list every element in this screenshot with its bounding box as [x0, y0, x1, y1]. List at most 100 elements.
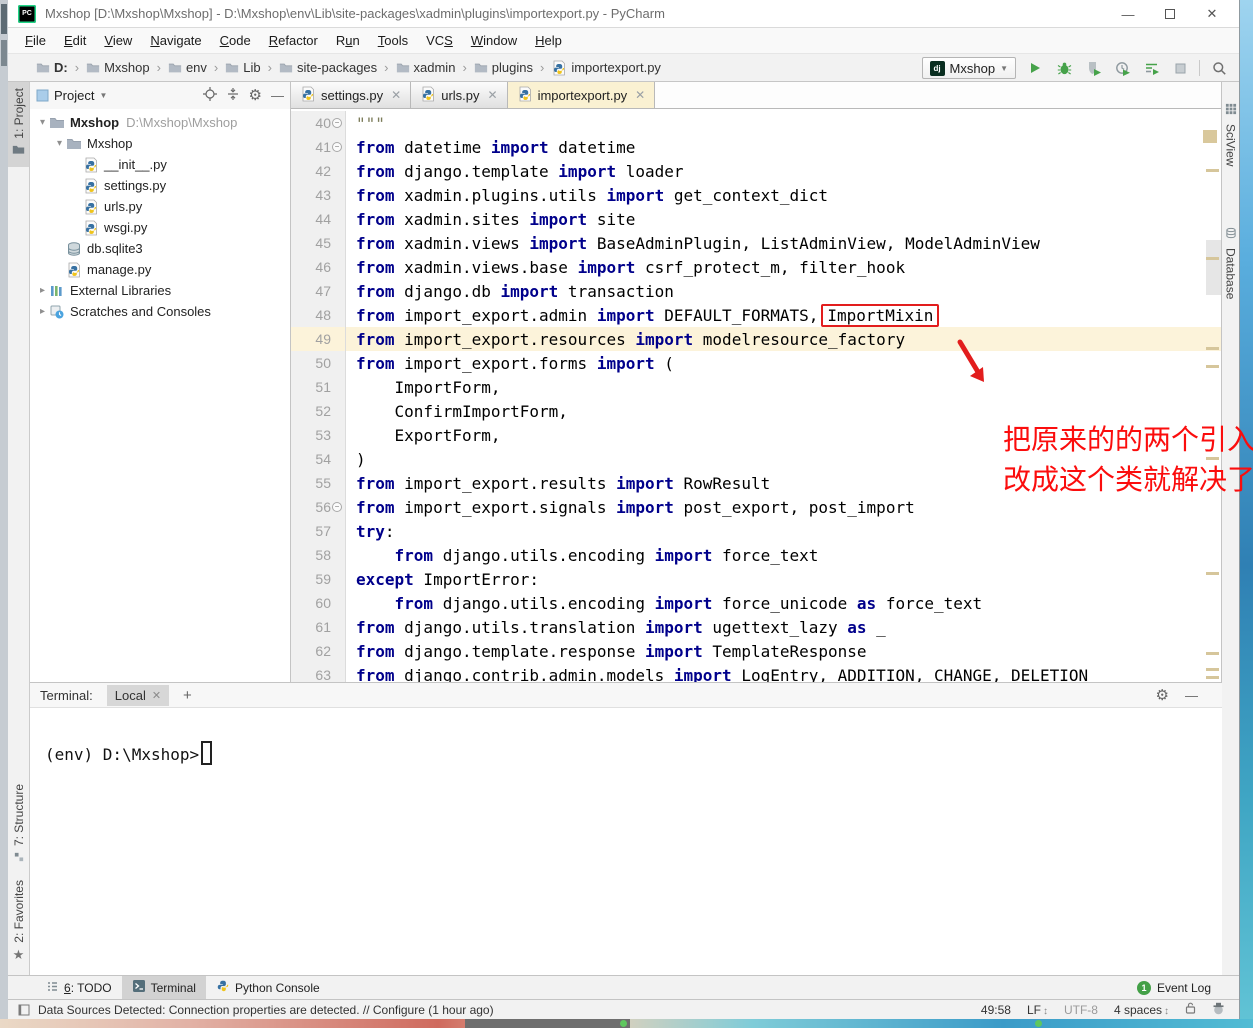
- tree-item-external-libraries[interactable]: ▸ External Libraries: [30, 280, 290, 301]
- toolwindow-button-terminal[interactable]: Terminal: [121, 975, 206, 1000]
- chevron-expanded-icon[interactable]: ▾: [36, 117, 49, 128]
- fold-marker-icon[interactable]: −: [332, 118, 342, 128]
- tree-item-urls-py[interactable]: urls.py: [30, 196, 290, 217]
- terminal-output[interactable]: (env) D:\Mxshop>: [30, 708, 1222, 765]
- line-number[interactable]: 48: [291, 303, 346, 327]
- menu-item-code[interactable]: Code: [211, 33, 260, 48]
- breadcrumb-item-mxshop[interactable]: Mxshop: [86, 60, 150, 75]
- menu-item-run[interactable]: Run: [327, 33, 369, 48]
- editor-tab-importexport-py[interactable]: importexport.py ✕: [507, 82, 656, 108]
- code-line-57[interactable]: 57 try:: [291, 519, 1222, 543]
- event-log-button[interactable]: 1 Event Log: [1136, 980, 1239, 995]
- line-number[interactable]: 40−: [291, 111, 346, 135]
- code-line-49[interactable]: 49 from import_export.resources import mo…: [291, 327, 1222, 351]
- menu-item-navigate[interactable]: Navigate: [141, 33, 210, 48]
- line-number[interactable]: 55: [291, 471, 346, 495]
- code-line-62[interactable]: 62 from django.template.response import T…: [291, 639, 1222, 663]
- close-button[interactable]: ✕: [1191, 6, 1233, 22]
- line-number[interactable]: 53: [291, 423, 346, 447]
- line-number[interactable]: 47: [291, 279, 346, 303]
- line-number[interactable]: 52: [291, 399, 346, 423]
- minimize-button[interactable]: —: [1107, 7, 1149, 22]
- code-line-56[interactable]: 56− from import_export.signals import pos…: [291, 495, 1222, 519]
- file-encoding[interactable]: UTF-8: [1064, 1003, 1098, 1017]
- tree-item-mxshop[interactable]: ▾ Mxshop: [30, 133, 290, 154]
- line-number[interactable]: 57: [291, 519, 346, 543]
- code-line-63[interactable]: 63 from django.contrib.admin.models impor…: [291, 663, 1222, 682]
- tree-item-wsgi-py[interactable]: wsgi.py: [30, 217, 290, 238]
- terminal-tab-local[interactable]: Local ✕: [106, 684, 170, 706]
- code-line-53[interactable]: 53 ExportForm,: [291, 423, 1222, 447]
- line-number[interactable]: 45: [291, 231, 346, 255]
- editor-tab-settings-py[interactable]: settings.py ✕: [291, 82, 412, 108]
- tree-item-settings-py[interactable]: settings.py: [30, 175, 290, 196]
- chevron-collapsed-icon[interactable]: ▸: [36, 285, 49, 296]
- line-number[interactable]: 56−: [291, 495, 346, 519]
- code-line-44[interactable]: 44 from xadmin.sites import site: [291, 207, 1222, 231]
- menu-item-file[interactable]: File: [16, 33, 55, 48]
- code-line-58[interactable]: 58 from django.utils.encoding import for…: [291, 543, 1222, 567]
- toolwindow-button-6-todo[interactable]: 6: TODO: [36, 976, 122, 1000]
- breadcrumb-item-env[interactable]: env: [168, 60, 207, 75]
- code-line-48[interactable]: 48 from import_export.admin import DEFAUL…: [291, 303, 1222, 327]
- chevron-collapsed-icon[interactable]: ▸: [36, 306, 49, 317]
- close-icon[interactable]: ✕: [488, 88, 498, 102]
- stop-button[interactable]: [1170, 57, 1190, 79]
- line-number[interactable]: 63: [291, 663, 346, 682]
- code-editor[interactable]: 40− """ 41− from datetime import datetime 42…: [291, 109, 1222, 682]
- new-terminal-session-button[interactable]: +: [183, 687, 192, 704]
- run-anything-button[interactable]: [1141, 57, 1161, 79]
- code-line-55[interactable]: 55 from import_export.results import RowR…: [291, 471, 1222, 495]
- breadcrumb-item-d[interactable]: D:: [36, 60, 68, 75]
- line-ending-select[interactable]: LF ↕: [1027, 1003, 1048, 1017]
- breadcrumb-item-lib[interactable]: Lib: [225, 60, 261, 75]
- fold-marker-icon[interactable]: −: [332, 502, 342, 512]
- run-with-coverage-button[interactable]: [1083, 57, 1103, 79]
- menu-item-vcs[interactable]: VCS: [417, 33, 462, 48]
- toolwindow-button-python-console[interactable]: Python Console: [206, 976, 330, 1000]
- close-icon[interactable]: ✕: [391, 88, 401, 102]
- line-number[interactable]: 42: [291, 159, 346, 183]
- breadcrumb-item-file[interactable]: importexport.py: [551, 60, 661, 76]
- menu-item-edit[interactable]: Edit: [55, 33, 95, 48]
- line-number[interactable]: 60: [291, 591, 346, 615]
- line-number[interactable]: 59: [291, 567, 346, 591]
- close-icon[interactable]: ✕: [635, 88, 645, 102]
- caret-position[interactable]: 49:58: [981, 1003, 1011, 1017]
- hide-terminal-button[interactable]: —: [1185, 688, 1198, 703]
- profiler-button[interactable]: [1112, 57, 1132, 79]
- menu-item-refactor[interactable]: Refactor: [260, 33, 327, 48]
- maximize-button[interactable]: [1149, 7, 1191, 22]
- line-number[interactable]: 49: [291, 327, 346, 351]
- code-line-43[interactable]: 43 from xadmin.plugins.utils import get_c…: [291, 183, 1222, 207]
- editor-tab-urls-py[interactable]: urls.py ✕: [411, 82, 508, 108]
- debug-button[interactable]: [1054, 57, 1074, 79]
- breadcrumb-item-site-packages[interactable]: site-packages: [279, 60, 377, 75]
- status-message[interactable]: Data Sources Detected: Connection proper…: [38, 1003, 494, 1017]
- code-line-42[interactable]: 42 from django.template import loader: [291, 159, 1222, 183]
- code-line-46[interactable]: 46 from xadmin.views.base import csrf_pro…: [291, 255, 1222, 279]
- run-button[interactable]: [1025, 57, 1045, 79]
- tree-item-mxshop[interactable]: ▾ Mxshop D:\Mxshop\Mxshop: [30, 112, 290, 133]
- hide-panel-button[interactable]: —: [271, 88, 284, 103]
- code-line-40[interactable]: 40− """: [291, 111, 1222, 135]
- indent-select[interactable]: 4 spaces ↕: [1114, 1003, 1169, 1017]
- code-line-45[interactable]: 45 from xadmin.views import BaseAdminPlug…: [291, 231, 1222, 255]
- breadcrumb-item-plugins[interactable]: plugins: [474, 60, 533, 75]
- line-number[interactable]: 50: [291, 351, 346, 375]
- lock-icon[interactable]: [1185, 1002, 1196, 1017]
- tool-window-switcher-icon[interactable]: [18, 1004, 30, 1016]
- code-line-51[interactable]: 51 ImportForm,: [291, 375, 1222, 399]
- stripe-button-2-favorites[interactable]: 2: Favorites ★: [8, 874, 29, 969]
- scrollbar-thumb[interactable]: [1206, 240, 1221, 295]
- code-line-47[interactable]: 47 from django.db import transaction: [291, 279, 1222, 303]
- tree-item-init-py[interactable]: __init__.py: [30, 154, 290, 175]
- code-line-59[interactable]: 59 except ImportError:: [291, 567, 1222, 591]
- menu-item-window[interactable]: Window: [462, 33, 526, 48]
- line-number[interactable]: 46: [291, 255, 346, 279]
- close-icon[interactable]: ✕: [152, 689, 161, 702]
- code-line-54[interactable]: 54): [291, 447, 1222, 471]
- search-everywhere-button[interactable]: [1209, 57, 1229, 79]
- locate-file-button[interactable]: [202, 87, 217, 104]
- breadcrumb-item-xadmin[interactable]: xadmin: [396, 60, 455, 75]
